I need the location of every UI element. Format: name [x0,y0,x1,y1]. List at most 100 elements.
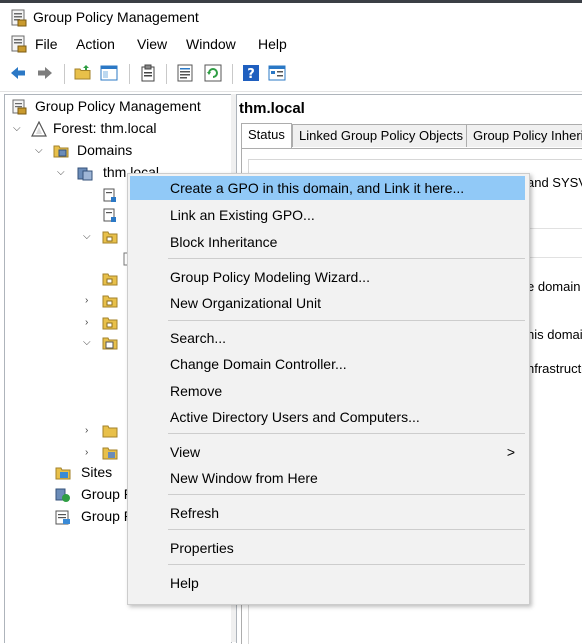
toolbar: ? [0,57,582,92]
forest-triangle-icon [31,121,47,137]
svg-text:?: ? [247,67,255,82]
chevron-down-icon[interactable]: ⌵ [83,231,91,242]
menu-item-label: Create a GPO in this domain, and Link it… [170,180,465,196]
gpo-link-icon [103,208,116,222]
menu-separator [168,564,525,565]
gpmc-root-icon [12,99,27,115]
menu-separator [168,258,525,259]
menu-item-search[interactable]: Search... [130,326,525,350]
ou-folder-icon [102,295,118,308]
help-icon[interactable]: ? [242,64,260,82]
menu-item-new-ou[interactable]: New Organizational Unit [130,291,525,315]
details-title: thm.local [239,100,305,117]
menu-file[interactable]: File [35,36,58,52]
menu-item-aduc[interactable]: Active Directory Users and Computers... [130,405,525,429]
tree-results-label[interactable]: Group P [81,508,133,524]
menu-view[interactable]: View [137,36,167,52]
domains-folder-icon [53,145,69,158]
up-folder-icon[interactable] [74,64,92,82]
menu-item-modeling-wizard[interactable]: Group Policy Modeling Wizard... [130,265,525,289]
menu-item-label: Change Domain Controller... [170,356,347,372]
menu-item-refresh[interactable]: Refresh [130,501,525,525]
title-bar: Group Policy Management [0,3,582,31]
tree-modeling-label[interactable]: Group P [81,486,133,502]
chevron-right-icon[interactable]: › [85,317,88,328]
chevron-down-icon[interactable]: ⌵ [13,123,21,134]
menu-item-label: Link an Existing GPO... [170,207,315,223]
chevron-down-icon[interactable]: ⌵ [57,167,65,178]
menu-item-new-window[interactable]: New Window from Here [130,466,525,490]
menu-item-label: Refresh [170,505,220,521]
menu-item-create-gpo-link[interactable]: Create a GPO in this domain, and Link it… [130,176,525,200]
back-icon[interactable] [9,64,27,82]
menu-window[interactable]: Window [186,36,236,52]
tab-linked-gpos[interactable]: Linked Group Policy Objects [292,124,471,147]
ou-folder-icon [102,231,118,244]
menu-separator [168,494,525,495]
modeling-icon [55,488,70,502]
system-menu-icon[interactable] [10,35,28,53]
menu-separator [168,433,525,434]
menu-item-properties[interactable]: Properties [130,536,525,560]
tab-status[interactable]: Status [241,123,292,148]
gpo-link-icon [103,188,116,202]
menu-action[interactable]: Action [76,36,115,52]
menu-help[interactable]: Help [258,36,287,52]
sites-icon [55,467,71,480]
refresh-icon[interactable] [204,64,222,82]
show-hide-tree-icon[interactable] [100,64,118,82]
tab-gp-inheritance[interactable]: Group Policy Inherit [466,124,582,147]
properties-sheet-icon[interactable] [176,64,194,82]
clipboard-icon[interactable] [139,64,157,82]
menu-item-block-inheritance[interactable]: Block Inheritance [130,230,525,254]
menu-item-label: Properties [170,540,234,556]
menu-item-label: View [170,444,201,460]
menu-item-label: Help [170,575,199,591]
menu-item-change-dc[interactable]: Change Domain Controller... [130,352,525,376]
menu-item-label: New Organizational Unit [170,295,321,311]
toolbar-separator [64,64,65,84]
menu-item-label: Remove [170,383,223,399]
console-view-icon[interactable] [268,64,286,82]
status-text-fragment: and SYSV [527,175,582,190]
chevron-down-icon[interactable]: ⌵ [83,337,91,348]
forward-icon[interactable] [36,64,54,82]
ou-folder-icon [102,317,118,330]
ou-folder-icon [102,425,118,438]
menu-item-label: New Window from Here [170,470,318,486]
status-text-fragment: e domain [527,279,581,294]
menu-item-help[interactable]: Help [130,571,525,595]
toolbar-separator [166,64,167,84]
tree-domains-label[interactable]: Domains [77,142,132,158]
menu-item-label: Block Inheritance [170,234,278,250]
menu-item-label: Active Directory Users and Computers... [170,409,420,425]
menu-separator [168,529,525,530]
chevron-right-icon[interactable]: › [85,425,88,436]
domain-icon [77,167,93,181]
gpo-container-icon [102,337,118,350]
ou-folder-icon [102,273,118,286]
chevron-right-icon[interactable]: › [85,295,88,306]
menu-item-view[interactable]: View > [130,440,525,464]
status-text-fragment: his domair [527,327,582,342]
menu-item-label: Search... [170,330,227,346]
tree-root-label[interactable]: Group Policy Management [35,98,201,114]
window-title: Group Policy Management [33,9,199,25]
toolbar-separator [129,64,130,84]
tree-forest-label[interactable]: Forest: thm.local [53,120,156,136]
menu-item-remove[interactable]: Remove [130,379,525,403]
chevron-right-icon[interactable]: › [85,447,88,458]
chevron-down-icon[interactable]: ⌵ [35,145,43,156]
menu-separator [168,320,525,321]
tree-sites-label[interactable]: Sites [81,464,112,480]
context-menu: Create a GPO in this domain, and Link it… [127,173,530,605]
menu-item-label: Group Policy Modeling Wizard... [170,269,370,285]
submenu-arrow-icon: > [506,444,515,460]
toolbar-separator [232,64,233,84]
menu-bar: File Action View Window Help [0,31,582,57]
starter-gpo-folder-icon [102,447,118,460]
gpmc-app-icon [11,9,27,27]
results-icon [55,510,70,525]
menu-item-link-existing-gpo[interactable]: Link an Existing GPO... [130,203,525,227]
status-text-fragment: nfrastructu [527,361,582,376]
